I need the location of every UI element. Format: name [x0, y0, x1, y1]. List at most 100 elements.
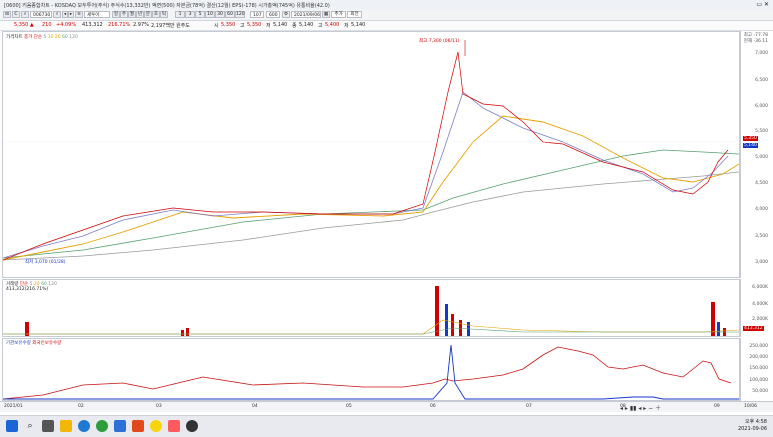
code-input[interactable]: 006730	[30, 11, 52, 18]
volume-tick: 4,000K	[752, 302, 768, 307]
price-tick: 4,000	[755, 207, 768, 212]
chrome-icon[interactable]	[96, 420, 108, 432]
task-view-icon[interactable]	[42, 420, 54, 432]
current-price-tag2: 5,140	[743, 143, 758, 148]
low-label: 저	[266, 23, 271, 29]
holdings-tick: 250,000	[749, 344, 768, 349]
search-icon[interactable]: ⌕	[53, 11, 61, 18]
volume-bar	[459, 320, 462, 336]
period-button[interactable]: 분	[144, 11, 152, 18]
interval-button[interactable]: 1	[175, 11, 185, 18]
ma60-line	[3, 149, 739, 259]
holdings-tick: 150,000	[749, 366, 768, 371]
kakaotalk-icon[interactable]	[150, 420, 162, 432]
period-button[interactable]: 틱	[160, 11, 168, 18]
period-button[interactable]: 초	[152, 11, 160, 18]
search-icon[interactable]: ⌕	[21, 11, 29, 18]
volume-bar	[445, 304, 448, 336]
extra-label: 고	[318, 23, 323, 29]
interval-button[interactable]: 120	[235, 11, 245, 18]
interval-button[interactable]: 60	[225, 11, 235, 18]
date-tick: 07	[526, 404, 532, 409]
price-tick: 4,500	[755, 181, 768, 186]
volume-current-tag: 413,312	[743, 326, 764, 331]
date-field[interactable]: 2021/09/06	[291, 11, 321, 18]
volume-ratio: 216.71%	[108, 22, 131, 28]
period-button[interactable]: 일	[112, 11, 120, 18]
price-tick: 6,000	[755, 104, 768, 109]
volume-bar	[186, 328, 189, 336]
app-icon[interactable]	[132, 420, 144, 432]
calendar-icon[interactable]: ▦	[322, 11, 330, 18]
price-tick: 6,500	[755, 78, 768, 83]
holdings-panel[interactable]: 기관보유수량 외국인보유수량	[2, 338, 740, 401]
low-price: 5,140	[273, 22, 288, 28]
volume-bar	[181, 330, 184, 336]
stock-name-field[interactable]: 세투어	[84, 11, 110, 18]
period-button[interactable]: 월	[128, 11, 136, 18]
interval-button[interactable]: 3	[185, 11, 195, 18]
period-button[interactable]: 년	[136, 11, 144, 18]
date-tick: 09	[714, 404, 720, 409]
price-chart-panel[interactable]: 가격차트 종가 단순 5 10 20 60 120 최고 7,300 (06/1…	[2, 31, 740, 278]
interval-button[interactable]: 5	[195, 11, 205, 18]
scroll-controls-icon[interactable]: ◂ ▸ ▮▮ ◂ ▸ − ＋	[620, 403, 661, 412]
high-price: 5,350	[247, 22, 262, 28]
rotate-button[interactable]: 회전	[347, 11, 362, 18]
next-arrow-icon[interactable]: ▸	[68, 11, 74, 18]
institution-holdings-line	[3, 344, 739, 400]
settings-icon[interactable]: ⚙	[282, 11, 290, 18]
c-button[interactable]: C	[12, 11, 20, 18]
open-price: 5,350	[221, 22, 236, 28]
edge-icon[interactable]	[78, 420, 90, 432]
date-axis: 2021/01 02 03 04 05 06 07 08 09 10/06 ◂ …	[0, 401, 773, 412]
high-label: 고	[240, 23, 245, 29]
system-clock[interactable]: 오후 4:58 2021-09-06	[738, 419, 767, 433]
count-field[interactable]: 107	[250, 11, 264, 18]
file-explorer-icon[interactable]	[60, 420, 72, 432]
price-tick: 5,000	[755, 155, 768, 160]
volume-axis: 6,000K 4,000K 2,000K 413,312	[740, 279, 773, 337]
holdings-tick: 200,000	[749, 355, 768, 360]
volume-bar	[451, 314, 454, 336]
interval-button[interactable]: 10	[205, 11, 215, 18]
extra2-label: 저	[344, 23, 349, 29]
period-button[interactable]: 주	[120, 11, 128, 18]
volume-tick: 6,000K	[752, 285, 768, 290]
lock-icon[interactable]: ⊟	[3, 11, 11, 18]
windows-start-icon[interactable]	[6, 420, 18, 432]
media-icon[interactable]	[186, 420, 198, 432]
extra2-price: 5,140	[351, 22, 366, 28]
date-tick: 2021/01	[4, 404, 23, 409]
add-button[interactable]: 추가	[331, 11, 346, 18]
holdings-tick: 50,000	[752, 389, 768, 394]
price-tick: 3,000	[755, 260, 768, 265]
price-low-annotation: 최저 3,070 (01/28)	[25, 260, 66, 265]
price-axis: 최고 -77.78 현재 -36.11 7,000 6,500 6,000 5,…	[740, 31, 773, 278]
store-icon[interactable]	[114, 420, 126, 432]
chart-toolbar: ⊟ C ⌕ 006730 ⌕ ◂ ▸ ≡ 세투어 일주월년분초틱 1 3 5 10 30…	[0, 10, 773, 21]
value-field[interactable]: 600	[266, 11, 280, 18]
date-tick: 04	[252, 404, 258, 409]
search-icon[interactable]: ⌕	[24, 420, 36, 432]
price-change: 210	[42, 22, 52, 28]
interval-button[interactable]: 30	[215, 11, 225, 18]
ma20-line	[3, 115, 739, 261]
trade-amount: 2,197백만 원주도	[151, 23, 190, 29]
price-plot	[3, 40, 739, 261]
volume-bar	[717, 322, 720, 336]
extra-price: 5,400	[325, 22, 340, 28]
close-label: 종	[292, 23, 297, 29]
holdings-axis: 250,000 200,000 150,000 100,000 50,000	[740, 338, 773, 401]
price-change-pct: +4.09%	[56, 22, 77, 28]
window-controls[interactable]: ▭ ✕	[756, 1, 769, 8]
date-tick: 02	[78, 404, 84, 409]
open-label: 시	[214, 23, 219, 29]
kiwoom-icon[interactable]	[168, 420, 180, 432]
rate-value: 2.97%	[133, 22, 149, 28]
volume-tick: 2,000K	[752, 317, 768, 322]
volume-panel[interactable]: 거래량 단순 5 20 60 120 413,312(216.71%)	[2, 279, 740, 337]
list-icon[interactable]: ≡	[75, 11, 83, 18]
close-price: 5,140	[299, 22, 314, 28]
date-tick: 03	[156, 404, 162, 409]
